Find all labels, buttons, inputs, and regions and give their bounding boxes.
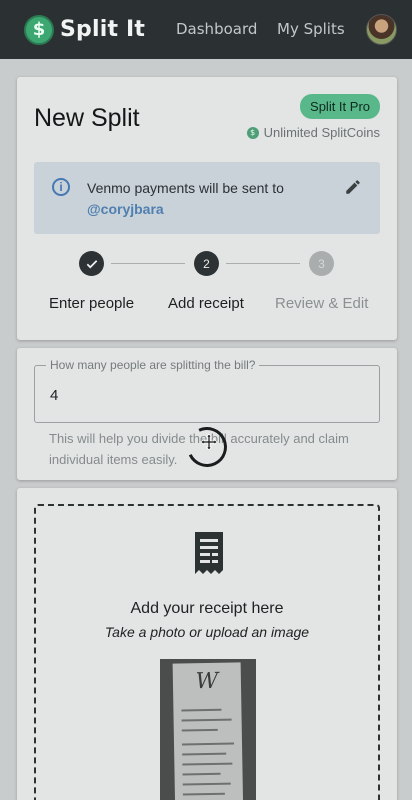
brand-name[interactable]: Split It: [60, 17, 145, 42]
nav-link-my-splits[interactable]: My Splits: [277, 20, 345, 38]
splitcoins-label: Unlimited SplitCoins: [263, 125, 380, 140]
step-label-review-edit: Review & Edit: [275, 295, 369, 312]
step-label-add-receipt: Add receipt: [168, 295, 244, 312]
receipt-text-line: [182, 772, 221, 776]
move-cursor-icon: [201, 434, 217, 450]
step-connector: [111, 263, 185, 264]
check-icon: [86, 259, 97, 268]
step-label-enter-people: Enter people: [49, 295, 135, 312]
step-connector: [226, 263, 300, 264]
receipt-logo: W: [195, 668, 219, 695]
step-1-complete[interactable]: [79, 251, 104, 276]
receipt-icon: [195, 532, 223, 574]
splitcoins-status: $ Unlimited SplitCoins: [246, 125, 380, 140]
receipt-thumbnail[interactable]: W: [160, 659, 256, 800]
new-split-card: New Split Split It Pro $ Unlimited Split…: [17, 77, 397, 340]
receipt-card: Add your receipt here Take a photo or up…: [17, 488, 397, 800]
logo-coin-icon[interactable]: $: [24, 14, 54, 45]
receipt-paper-image: W: [172, 662, 244, 800]
top-navbar: $ Split It Dashboard My Splits: [0, 0, 412, 59]
people-count-label: How many people are splitting the bill?: [46, 358, 260, 372]
venmo-info-box: i Venmo payments will be sent to @coryjb…: [34, 162, 380, 234]
receipt-text-line: [182, 762, 233, 766]
receipt-text-line: [182, 792, 225, 796]
step-3-inactive[interactable]: 3: [309, 251, 334, 276]
nav-link-dashboard[interactable]: Dashboard: [176, 20, 257, 38]
pro-badge[interactable]: Split It Pro: [300, 94, 380, 119]
receipt-text-line: [182, 752, 227, 756]
receipt-text-line: [181, 708, 222, 712]
venmo-info-message: Venmo payments will be sent to: [87, 180, 284, 196]
user-avatar[interactable]: [366, 14, 397, 45]
receipt-text-line: [182, 782, 231, 786]
receipt-text-line: [181, 728, 218, 732]
info-icon: i: [52, 178, 70, 196]
receipt-text-line: [181, 718, 232, 722]
people-count-input[interactable]: 4: [50, 387, 58, 404]
venmo-info-text: Venmo payments will be sent to @coryjbar…: [87, 178, 284, 220]
step-2-active[interactable]: 2: [194, 251, 219, 276]
edit-pencil-icon[interactable]: [344, 178, 362, 196]
dropzone-subtitle: Take a photo or upload an image: [104, 624, 310, 640]
venmo-handle[interactable]: @coryjbara: [87, 199, 284, 220]
receipt-dropzone[interactable]: Add your receipt here Take a photo or up…: [34, 504, 380, 800]
coin-icon: $: [246, 126, 259, 139]
dropzone-title: Add your receipt here: [130, 600, 284, 617]
receipt-text-line: [182, 742, 235, 746]
page-title: New Split: [34, 104, 140, 132]
people-count-field[interactable]: How many people are splitting the bill? …: [34, 358, 380, 423]
